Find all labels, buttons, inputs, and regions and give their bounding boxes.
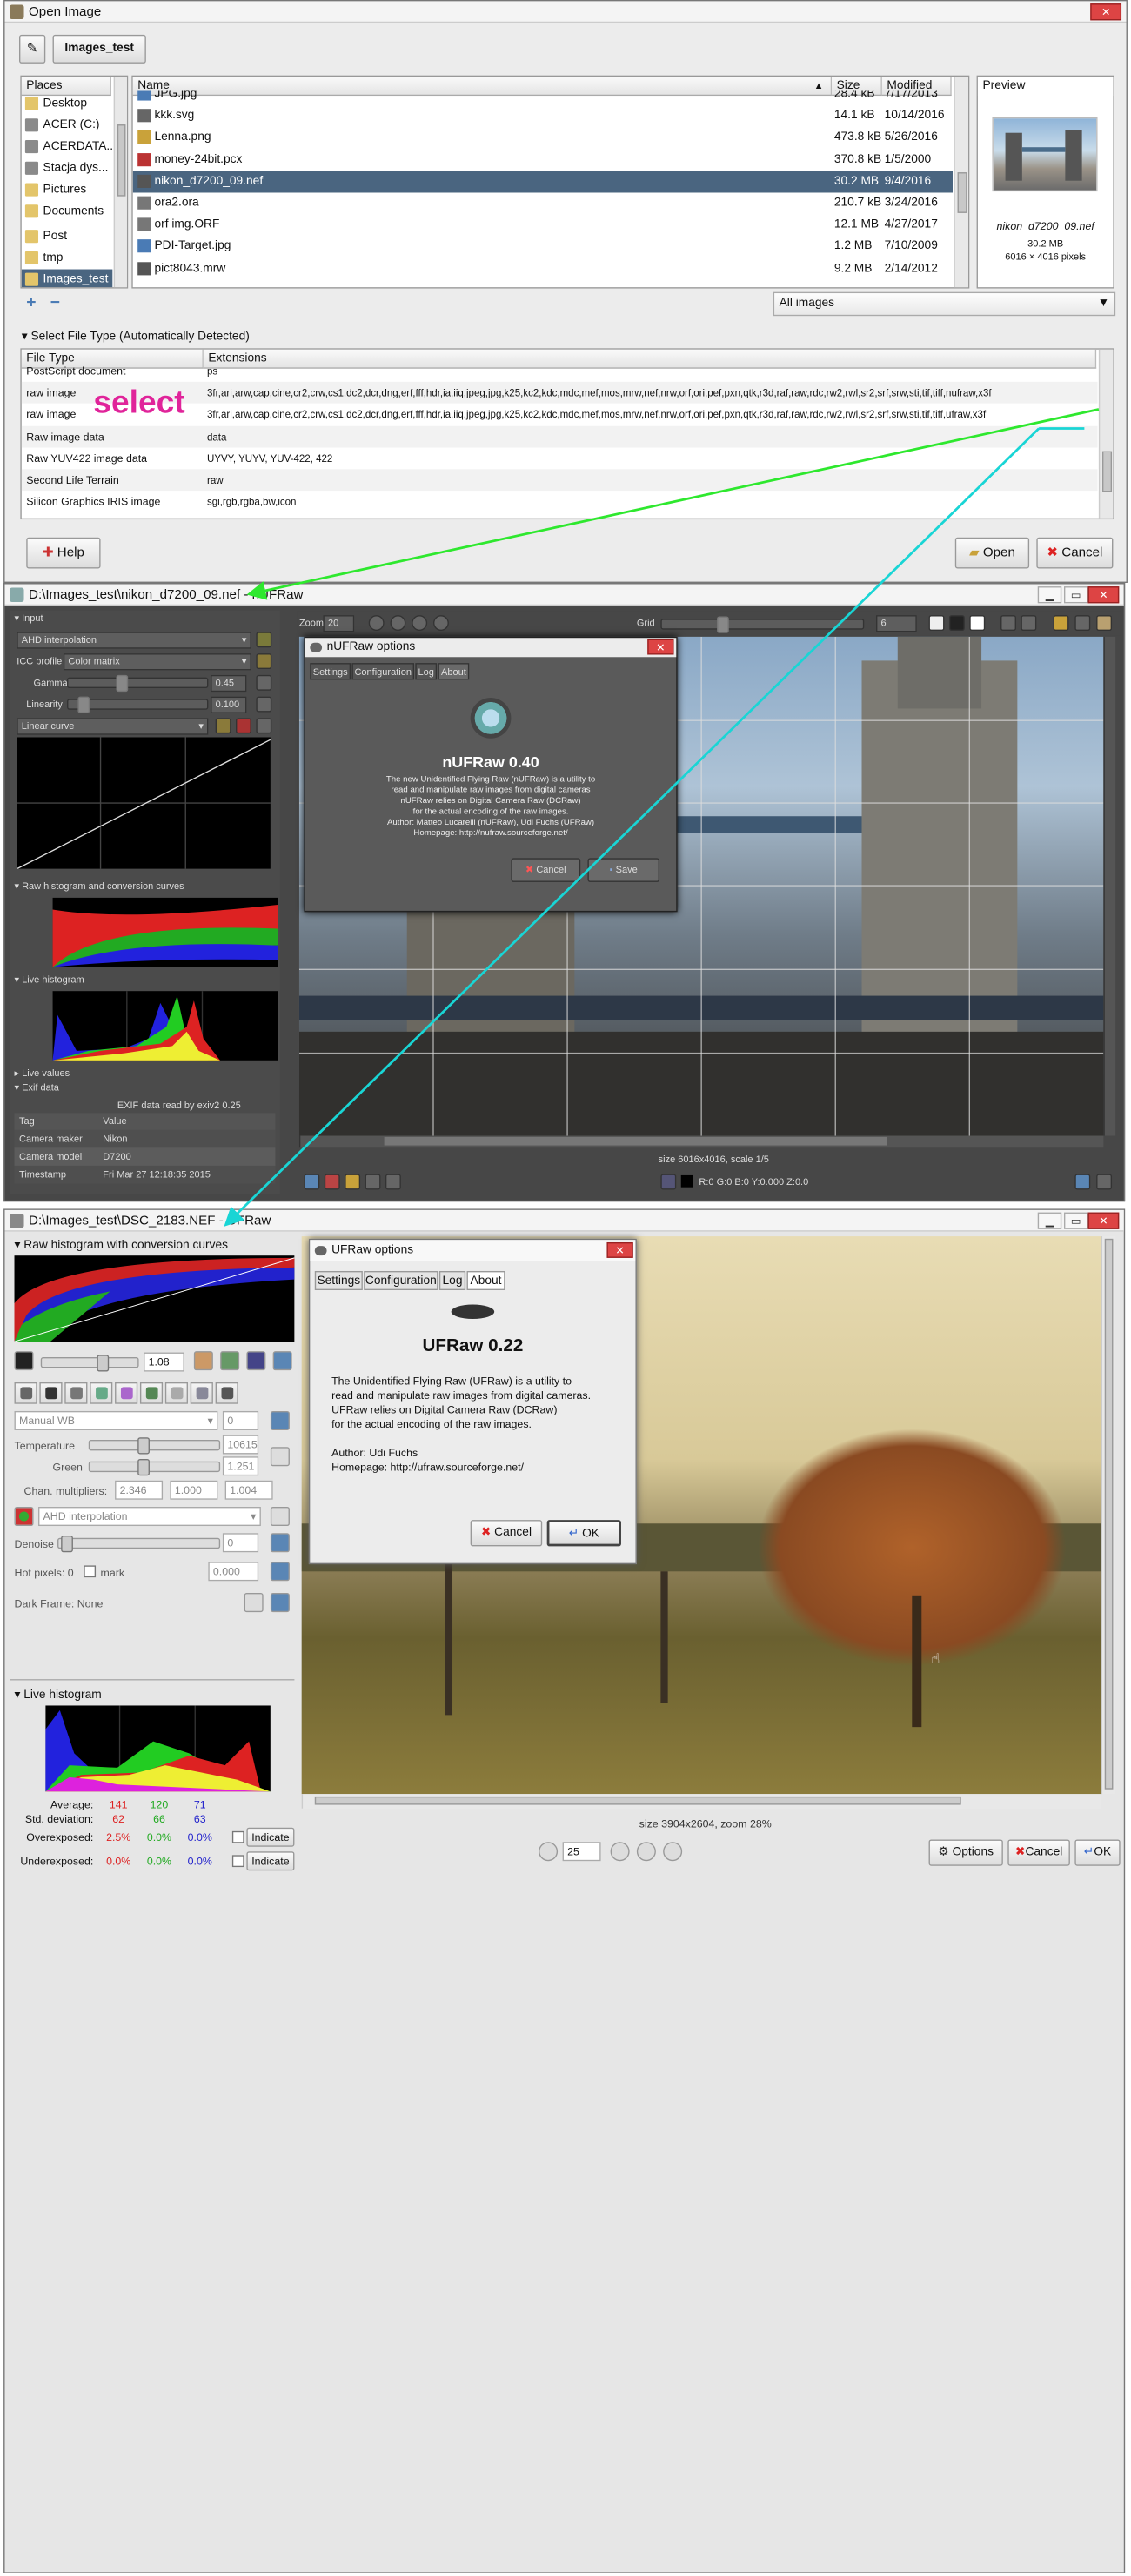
page-root: Open Image ✕ ✎ Images_test Places Deskto… [0,0,1131,2576]
flow-arrows [224,408,1100,1227]
green-arrow [246,408,1100,600]
cyan-arrow [224,427,1041,1227]
